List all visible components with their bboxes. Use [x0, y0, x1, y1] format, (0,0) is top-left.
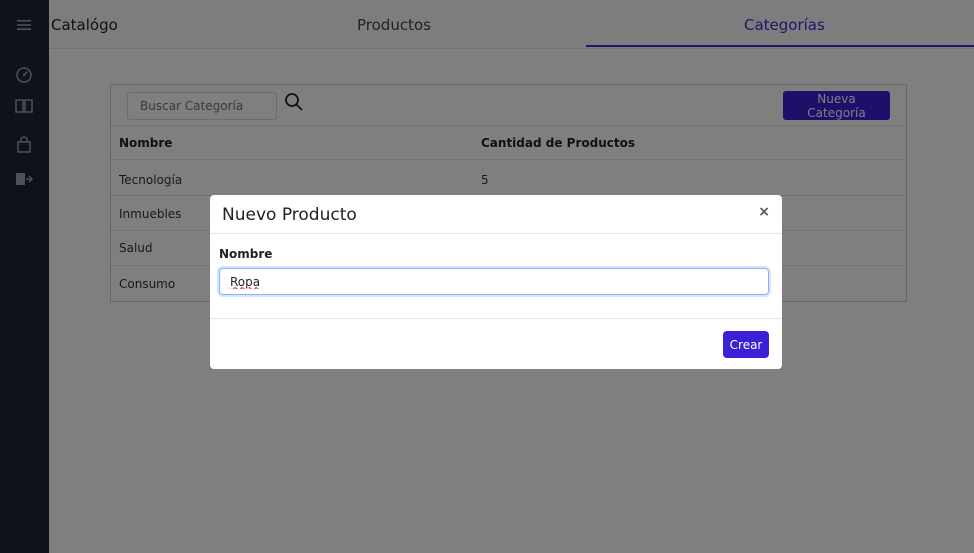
name-input[interactable] [219, 268, 769, 295]
modal-header-divider [210, 233, 782, 234]
new-product-modal: Nuevo Producto × Nombre Crear [210, 195, 782, 369]
modal-title: Nuevo Producto [222, 205, 357, 225]
name-field-label: Nombre [219, 247, 273, 261]
modal-footer-divider [210, 318, 782, 319]
close-icon[interactable]: × [758, 204, 770, 220]
create-button[interactable]: Crear [723, 331, 769, 358]
